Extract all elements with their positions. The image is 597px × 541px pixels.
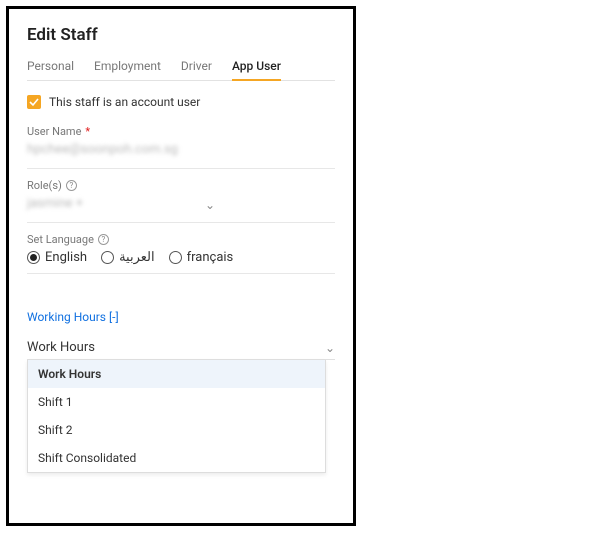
username-value: hpchee@soonpoh.com.sg (27, 142, 335, 160)
help-icon[interactable]: ? (98, 234, 109, 245)
radio-label-english: English (45, 250, 87, 265)
radio-selected-icon (27, 251, 40, 264)
chevron-down-icon: ⌄ (325, 341, 335, 355)
tab-app-user[interactable]: App User (232, 59, 281, 81)
checkbox-checked-icon (27, 95, 41, 109)
dropdown-option-work-hours[interactable]: Work Hours (28, 360, 325, 388)
dropdown-option-shift-consolidated[interactable]: Shift Consolidated (28, 444, 325, 472)
account-user-checkbox-row[interactable]: This staff is an account user (27, 95, 335, 109)
tab-driver[interactable]: Driver (181, 59, 212, 80)
dropdown-option-shift-2[interactable]: Shift 2 (28, 416, 325, 444)
radio-french[interactable]: français (169, 250, 234, 265)
roles-field[interactable]: Role(s) ? jasmine + ⌄ (27, 179, 335, 223)
tab-employment[interactable]: Employment (94, 59, 161, 80)
work-hours-select[interactable]: Work Hours ⌄ (27, 340, 335, 360)
account-user-label: This staff is an account user (49, 95, 200, 109)
roles-label: Role(s) ? (27, 179, 335, 192)
chevron-down-icon[interactable]: ⌄ (205, 198, 335, 212)
username-label: User Name* (27, 125, 335, 138)
tab-personal[interactable]: Personal (27, 59, 74, 80)
help-icon[interactable]: ? (66, 180, 77, 191)
radio-unselected-icon (101, 251, 114, 264)
tabs: Personal Employment Driver App User (27, 59, 335, 81)
language-options: English العربية français (27, 250, 335, 265)
username-field[interactable]: User Name* hpchee@soonpoh.com.sg (27, 125, 335, 169)
work-hours-dropdown: Work Hours Shift 1 Shift 2 Shift Consoli… (27, 360, 326, 473)
radio-english[interactable]: English (27, 250, 87, 265)
page-title: Edit Staff (27, 25, 335, 45)
work-hours-label-text: Work Hours (27, 340, 95, 355)
language-label: Set Language ? (27, 233, 335, 246)
edit-staff-panel: Edit Staff Personal Employment Driver Ap… (6, 6, 356, 526)
working-hours-toggle[interactable]: Working Hours [-] (27, 310, 335, 324)
radio-arabic[interactable]: العربية (101, 250, 155, 265)
radio-label-french: français (187, 250, 234, 265)
language-field: Set Language ? English العربية français (27, 233, 335, 274)
radio-unselected-icon (169, 251, 182, 264)
radio-label-arabic: العربية (119, 250, 155, 265)
roles-value: jasmine + (27, 196, 127, 214)
required-asterisk: * (85, 125, 90, 138)
dropdown-option-shift-1[interactable]: Shift 1 (28, 388, 325, 416)
